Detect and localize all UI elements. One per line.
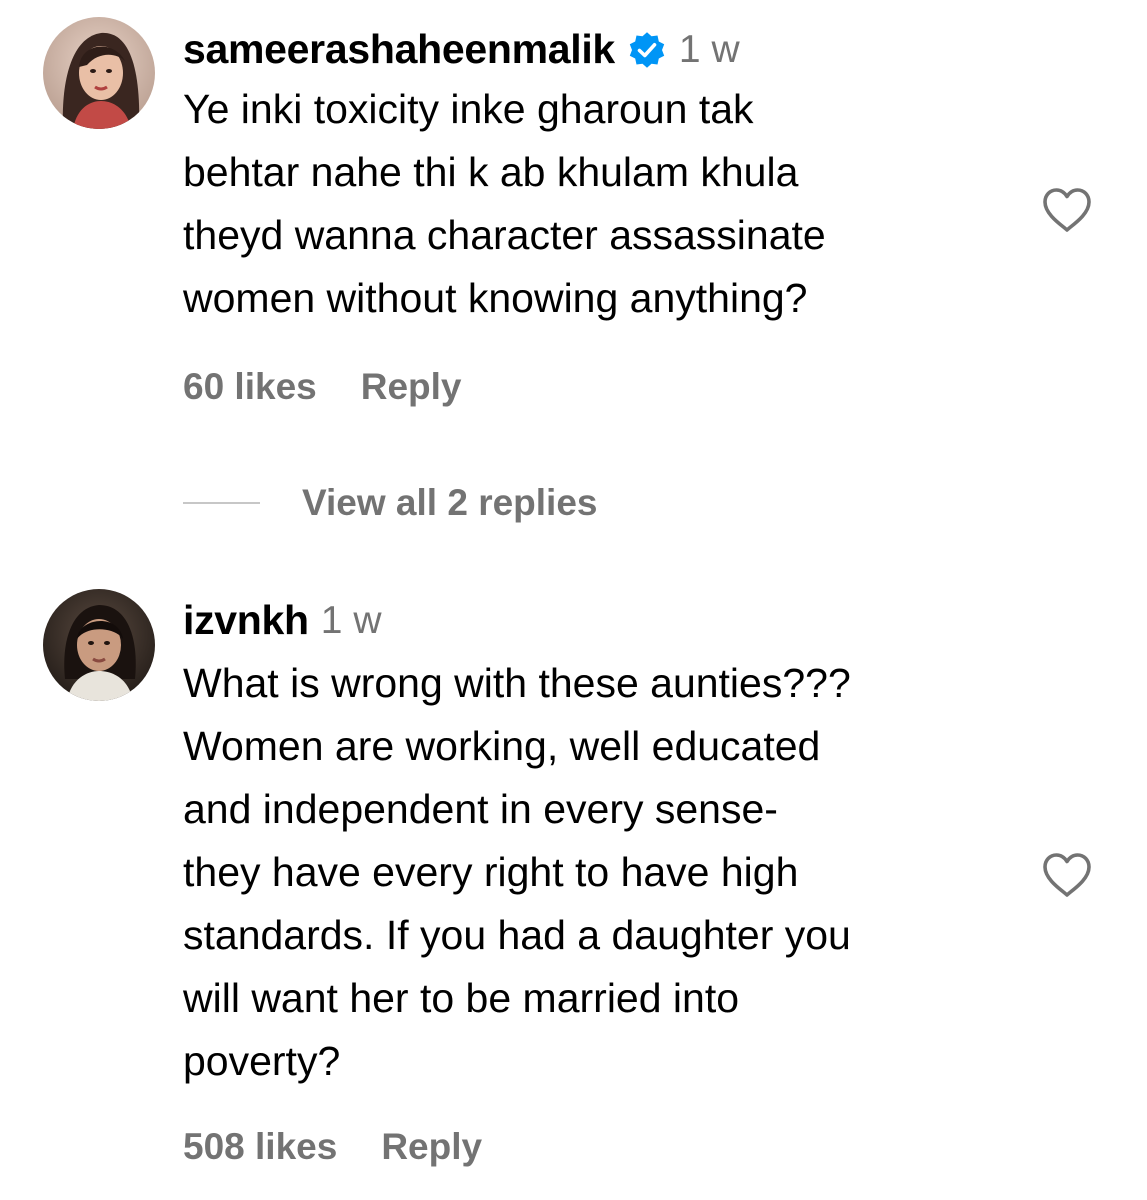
timestamp[interactable]: 1 w [321, 599, 382, 643]
avatar[interactable] [43, 589, 155, 701]
comment-header: sameerashaheenmalik 1 w [183, 26, 740, 73]
comment-meta: 60 likes Reply [183, 366, 462, 408]
likes-count[interactable]: 60 likes [183, 366, 317, 408]
verified-badge-icon [627, 30, 667, 70]
heart-outline-icon[interactable] [1041, 186, 1093, 234]
reply-button[interactable]: Reply [381, 1126, 482, 1168]
comment-meta: 508 likes Reply [183, 1126, 482, 1168]
divider-line [183, 502, 260, 504]
comment-header: izvnkh 1 w [183, 597, 382, 644]
username[interactable]: sameerashaheenmalik [183, 26, 615, 73]
heart-outline-icon[interactable] [1041, 851, 1093, 899]
comment-text: What is wrong with these aunties??? Wome… [183, 660, 851, 1084]
timestamp[interactable]: 1 w [679, 28, 740, 72]
profile-photo [43, 17, 155, 129]
likes-count[interactable]: 508 likes [183, 1126, 337, 1168]
view-replies-button[interactable]: View all 2 replies [183, 482, 598, 524]
username[interactable]: izvnkh [183, 597, 309, 644]
comment-text: Ye inki toxicity inke gharoun tak behtar… [183, 86, 826, 321]
avatar[interactable] [43, 17, 155, 129]
reply-button[interactable]: Reply [361, 366, 462, 408]
profile-photo [43, 589, 155, 701]
view-replies-label: View all 2 replies [302, 482, 598, 523]
